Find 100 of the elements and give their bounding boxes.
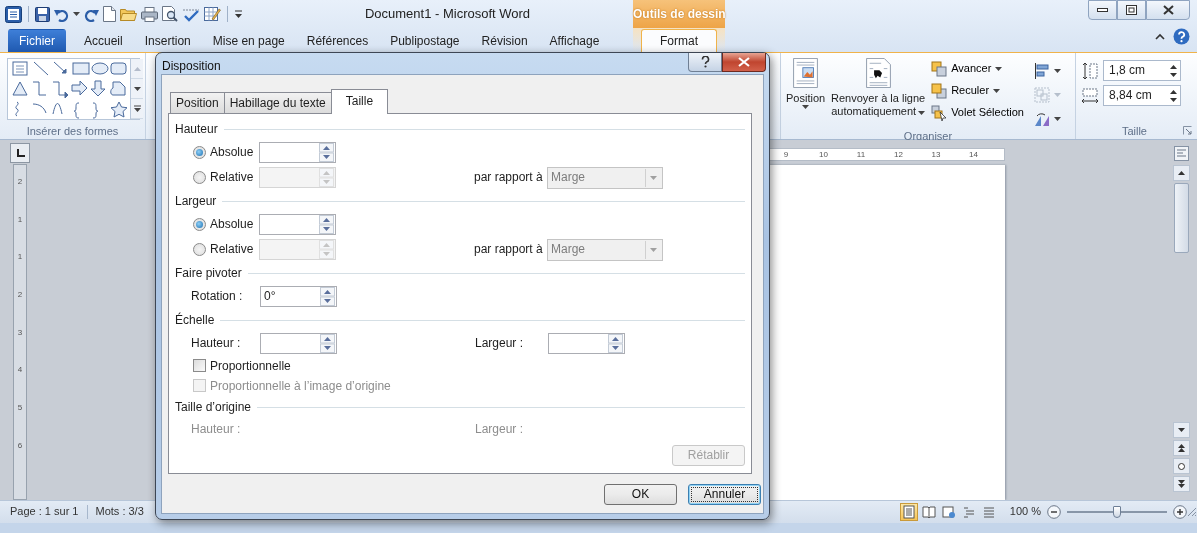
contextual-tab-group-title: Outils de dessin — [633, 0, 725, 28]
double-down-icon — [1178, 480, 1185, 488]
more-icon[interactable] — [133, 105, 141, 112]
minimize-icon — [1097, 7, 1108, 13]
restore-button[interactable] — [1117, 0, 1146, 20]
ruler-number: 1 — [17, 252, 23, 264]
close-button[interactable] — [722, 53, 766, 72]
radio-icon[interactable] — [193, 146, 206, 159]
ruler-number: 11 — [856, 149, 866, 160]
minimize-button[interactable] — [1088, 0, 1117, 20]
ruler-number: 2 — [17, 290, 23, 302]
checkbox[interactable]: Proportionnelle — [193, 358, 291, 374]
new-document-icon[interactable] — [103, 6, 116, 22]
printer-icon[interactable] — [141, 6, 158, 22]
zoom-slider[interactable] — [1067, 506, 1167, 518]
spin-field[interactable]: 0° — [260, 286, 337, 307]
page-count[interactable]: Page : 1 sur 1 — [10, 505, 79, 519]
ribbon-tab[interactable]: Publipostage — [380, 29, 470, 52]
draw-table-icon[interactable] — [204, 6, 221, 22]
zoom-in-icon[interactable] — [1173, 505, 1187, 519]
caret-icon — [993, 89, 1001, 93]
scroll-down-button[interactable] — [1173, 422, 1190, 438]
dialog-tab[interactable]: Taille — [330, 89, 389, 114]
section-title: Taille d’origine — [175, 399, 252, 415]
scroll-down-icon[interactable] — [133, 86, 141, 91]
ruler-number: 3 — [17, 327, 23, 339]
size-field[interactable]: 8,84 cm — [1103, 85, 1181, 106]
ribbon-tab[interactable]: Révision — [471, 29, 538, 52]
section-title: Hauteur — [175, 121, 218, 137]
spin-field[interactable] — [259, 214, 336, 235]
customize-toolbar-icon[interactable] — [234, 9, 243, 19]
caret-icon — [1053, 93, 1061, 97]
view-button[interactable] — [899, 503, 918, 521]
spin-field[interactable] — [259, 142, 336, 163]
ribbon-tab[interactable]: Accueil — [74, 29, 133, 52]
ribbon-tab[interactable]: Mise en page — [202, 29, 295, 52]
field-label: par rapport à — [474, 242, 544, 257]
caret-icon — [802, 105, 810, 109]
close-button[interactable] — [1146, 0, 1190, 20]
view-ruler-icon[interactable] — [1174, 146, 1189, 161]
folder-icon[interactable] — [120, 7, 137, 21]
ribbon-tab[interactable]: Affichage — [539, 29, 610, 52]
save-icon[interactable] — [35, 6, 50, 22]
group-icon — [1033, 87, 1050, 103]
radio-button[interactable]: Absolue — [193, 145, 259, 160]
spin-field[interactable] — [548, 333, 625, 354]
collapse-ribbon-icon[interactable] — [1155, 33, 1165, 40]
spin-field[interactable] — [260, 333, 337, 354]
word-logo-icon[interactable] — [5, 5, 22, 23]
spellcheck-icon[interactable] — [182, 6, 200, 22]
arrange-button[interactable]: Volet Sélection — [929, 102, 1026, 124]
scroll-up-button[interactable] — [1173, 165, 1190, 181]
tab-selector-button[interactable] — [10, 143, 30, 163]
caret-icon — [918, 110, 926, 115]
size-field[interactable]: 1,8 cm — [1103, 60, 1181, 81]
caret-icon — [1053, 117, 1061, 121]
zoom-level[interactable]: 100 % — [1009, 505, 1041, 519]
send-backward-icon — [931, 83, 948, 99]
wrap-text-button[interactable]: Renvoyer à la ligne automatiquement — [827, 56, 930, 128]
dialog-button[interactable]: Annuler — [688, 484, 761, 505]
wrap-text-icon — [865, 58, 891, 88]
print-preview-icon[interactable] — [162, 6, 178, 22]
view-button[interactable] — [919, 503, 938, 521]
align-icon — [1033, 63, 1050, 79]
info-label: Hauteur : — [191, 421, 242, 437]
caret-icon — [650, 175, 657, 180]
caret-icon — [995, 67, 1003, 71]
radio-button[interactable]: Absolue — [193, 217, 259, 232]
arrange-button[interactable]: Avancer — [929, 58, 1026, 80]
browse-object-button[interactable] — [1173, 458, 1190, 474]
ribbon-tab[interactable]: Insertion — [134, 29, 201, 52]
zoom-out-icon[interactable] — [1047, 505, 1061, 519]
next-page-button[interactable] — [1173, 476, 1190, 492]
help-button[interactable] — [688, 53, 722, 72]
selection-pane-icon — [931, 105, 948, 121]
dialog-launcher-icon[interactable] — [1183, 126, 1192, 135]
group-label: Insérer des formes — [26, 123, 119, 139]
radio-icon[interactable] — [193, 218, 206, 231]
arrange-button[interactable]: Reculer — [929, 80, 1026, 102]
caret-icon — [73, 12, 80, 16]
ruler-number: 1 — [17, 214, 23, 226]
help-icon[interactable] — [1173, 28, 1190, 45]
word-count[interactable]: Mots : 3/3 — [95, 505, 144, 519]
spinner-icon[interactable] — [1170, 64, 1177, 77]
ribbon-tab[interactable]: Format — [641, 29, 717, 52]
zoom-slider-thumb[interactable] — [1113, 506, 1121, 518]
scrollbar-thumb[interactable] — [1174, 183, 1189, 253]
dialog-tab[interactable]: Position — [170, 92, 225, 113]
ruler-number: 4 — [17, 365, 23, 377]
position-button[interactable]: Position — [784, 56, 828, 128]
ribbon-tab[interactable]: Fichier — [8, 29, 66, 52]
dialog-title: Disposition — [162, 59, 221, 74]
view-button[interactable] — [939, 503, 958, 521]
dialog-tab[interactable]: Habillage du texte — [223, 92, 332, 113]
ribbon-tab[interactable]: Références — [296, 29, 379, 52]
spinner-icon[interactable] — [1170, 89, 1177, 102]
previous-page-button[interactable] — [1173, 440, 1190, 456]
section-title: Faire pivoter — [175, 265, 242, 281]
close-icon — [738, 57, 750, 67]
dialog-button[interactable]: OK — [604, 484, 677, 505]
